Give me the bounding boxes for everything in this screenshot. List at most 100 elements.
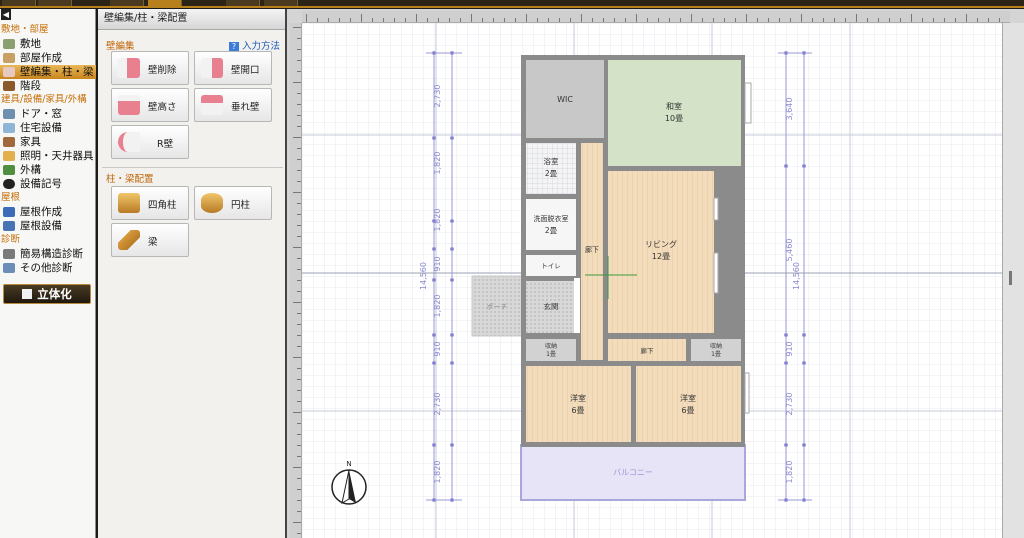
ruler-tick (592, 18, 593, 22)
panel-title: 壁編集/柱・梁配置 (98, 9, 285, 30)
toolbar-tab[interactable] (110, 0, 144, 6)
ruler-tick (297, 489, 301, 490)
menu-item-structure[interactable]: 簡易構造診断 (0, 247, 96, 261)
room-washitsu[interactable] (608, 60, 741, 166)
wall-height-button[interactable]: 壁高さ (111, 88, 189, 122)
menu-item-lighting[interactable]: 照明・天井器具 (0, 149, 96, 163)
ruler-tick (297, 170, 301, 171)
door-icon (3, 109, 15, 119)
menu-item-roof[interactable]: 屋根作成 (0, 205, 96, 219)
ruler-tick (293, 247, 301, 248)
ruler-tick (297, 280, 301, 281)
ruler-tick (845, 18, 846, 22)
entrance-opening (574, 278, 580, 333)
stairs-icon (3, 81, 15, 91)
window[interactable] (744, 372, 750, 414)
dim-right-1: 3,640 (785, 98, 794, 121)
wall-opening-button[interactable]: 壁開口 (194, 51, 272, 85)
menu-item-other-diagnosis[interactable]: その他診断 (0, 261, 96, 275)
ruler-tick (361, 14, 362, 22)
section-fixtures: 建具/設備/家具/外構 (1, 94, 87, 105)
wall-height-icon (118, 95, 140, 115)
vertical-scrollbar[interactable] (1002, 23, 1024, 538)
dim-left-8: 1,820 (433, 461, 442, 484)
ruler-tick (293, 412, 301, 413)
app-window: ◀ 敷地・部屋 敷地 部屋作成 壁編集・柱・梁 階段 建具/設備/家具/外構 ド… (0, 0, 1024, 538)
hanging-wall-button[interactable]: 垂れ壁 (194, 88, 272, 122)
roof-icon (3, 207, 15, 217)
ruler-tick (438, 18, 439, 22)
ruler-tick (297, 401, 301, 402)
square-column-button[interactable]: 四角柱 (111, 186, 189, 220)
ruler-tick (293, 137, 301, 138)
round-column-button[interactable]: 円柱 (194, 186, 272, 220)
ruler-tick (724, 18, 725, 22)
wall-delete-icon (118, 58, 140, 78)
menu-item-wall[interactable]: 壁編集・柱・梁 (0, 65, 96, 79)
floor-plan-canvas[interactable]: 2,730 1,820 1,820 910 1,820 910 2,730 1,… (302, 23, 1002, 538)
furniture-icon (3, 137, 15, 147)
ruler-tick (625, 18, 626, 22)
hall-h-label: 廊下 (641, 346, 655, 355)
ruler-tick (669, 18, 670, 22)
ruler-tick (735, 18, 736, 22)
toolbar-tab[interactable] (226, 0, 260, 6)
dim-right-5: 1,820 (785, 461, 794, 484)
ruler-tick (658, 18, 659, 22)
cube-icon (22, 289, 33, 299)
help-link[interactable]: ? 入力方法 (228, 38, 280, 52)
dim-left-7: 2,730 (433, 393, 442, 416)
room-youshitsu-2[interactable] (636, 366, 741, 442)
wall-delete-button[interactable]: 壁削除 (111, 51, 189, 85)
bath-size: 2畳 (545, 169, 558, 178)
ruler-tick (955, 18, 956, 22)
youshitsu-2-size: 6畳 (681, 406, 694, 415)
ruler-tick (988, 18, 989, 22)
ruler-tick (757, 18, 758, 22)
toolbar-tab[interactable] (264, 0, 298, 6)
ruler-tick (328, 18, 329, 22)
youshitsu-1-label: 洋室 (570, 393, 586, 403)
ruler-tick (297, 313, 301, 314)
scroll-thumb[interactable] (1009, 271, 1012, 285)
ruler-tick (636, 14, 637, 22)
window[interactable] (713, 197, 719, 221)
top-toolbar (0, 0, 1024, 8)
menu-item-symbol[interactable]: 設備記号 (0, 177, 96, 191)
menu-item-furniture[interactable]: 家具 (0, 135, 96, 149)
menu-item-site[interactable]: 敷地 (0, 37, 96, 51)
hanging-wall-icon (201, 95, 223, 115)
window[interactable] (713, 252, 719, 294)
ruler-tick (350, 18, 351, 22)
menu-item-room[interactable]: 部屋作成 (0, 51, 96, 65)
ruler-tick (297, 203, 301, 204)
column-group-title: 柱・梁配置 (106, 174, 154, 185)
room-dressing[interactable] (526, 199, 576, 250)
menu-item-exterior[interactable]: 外構 (0, 163, 96, 177)
menu-item-equipment[interactable]: 住宅設備 (0, 121, 96, 135)
toolbar-tab[interactable] (2, 0, 36, 6)
toolbar-tab-active[interactable] (148, 0, 182, 6)
dim-left-5: 1,820 (433, 295, 442, 318)
ruler-tick (812, 18, 813, 22)
ruler-tick (293, 302, 301, 303)
porch-label: ポーチ (487, 303, 508, 311)
menu-item-stairs[interactable]: 階段 (0, 79, 96, 93)
room-icon (3, 53, 15, 63)
ruler-tick (297, 533, 301, 534)
make-3d-button[interactable]: 立体化 (3, 284, 91, 304)
ruler-tick (867, 18, 868, 22)
compass-north-label: N (346, 460, 351, 468)
ruler-tick (297, 93, 301, 94)
r-wall-button[interactable]: R壁 (111, 125, 189, 159)
menu-item-roof-equipment[interactable]: 屋根設備 (0, 219, 96, 233)
menu-item-door[interactable]: ドア・窓 (0, 107, 96, 121)
room-youshitsu-1[interactable] (526, 366, 631, 442)
curved-wall-icon (118, 132, 140, 152)
toolbar-tab[interactable] (38, 0, 72, 6)
window[interactable] (744, 82, 752, 124)
beam-button[interactable]: 梁 (111, 223, 189, 257)
roof-equipment-icon (3, 221, 15, 231)
ruler-tick (293, 192, 301, 193)
collapse-menu-icon[interactable]: ◀ (1, 9, 11, 20)
